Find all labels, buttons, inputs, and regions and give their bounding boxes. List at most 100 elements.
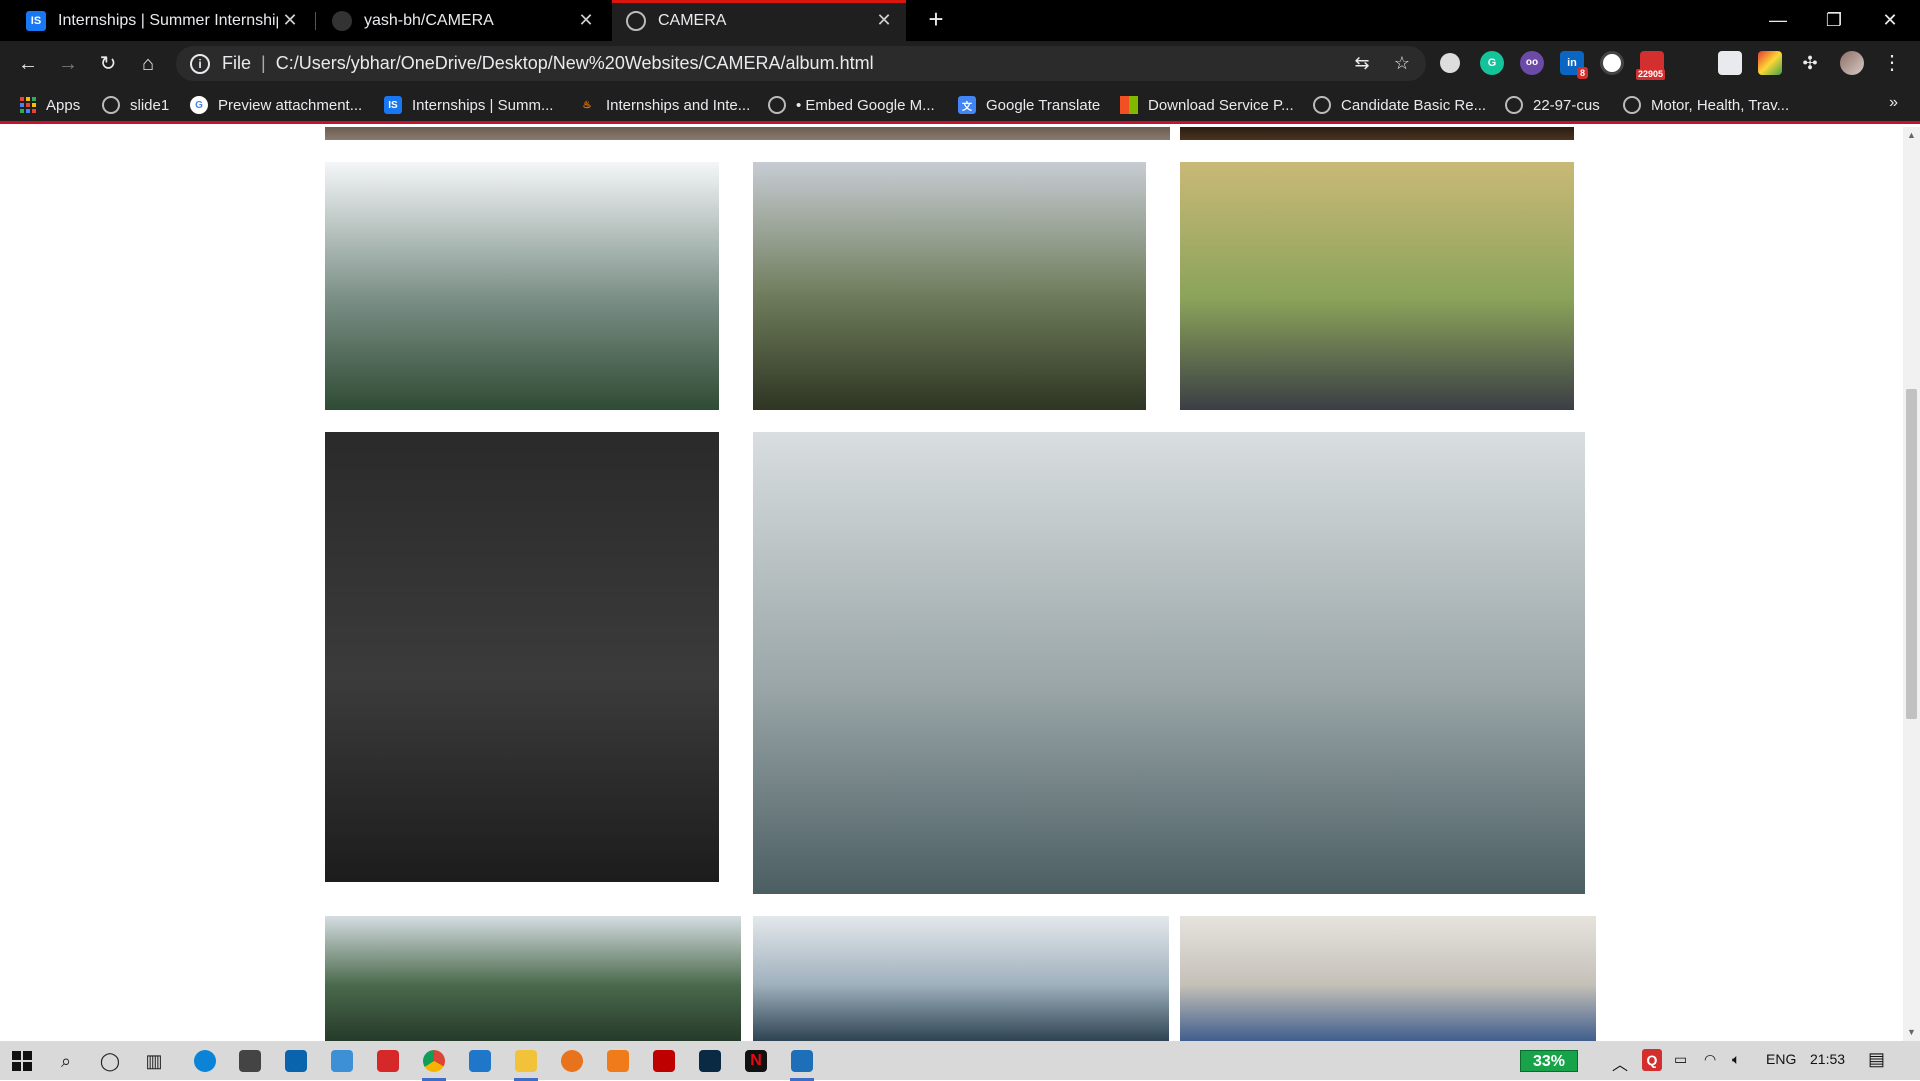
scrollbar-thumb[interactable] [1906,389,1917,719]
instagram-ext-icon[interactable] [1718,51,1742,75]
color-ext-icon[interactable] [1758,51,1782,75]
globe-icon [102,96,120,114]
microsoft-icon [1120,96,1138,114]
q-tray-icon[interactable]: Q [1642,1049,1662,1071]
translate-icon[interactable]: ⇆ [1350,51,1374,75]
timer-ext-icon[interactable] [1600,51,1624,75]
battery-indicator[interactable]: 33% [1520,1050,1578,1072]
translate-icon: 文 [958,96,976,114]
download-app-icon[interactable] [374,1047,402,1075]
globe-icon [626,10,646,31]
search-icon[interactable]: ⌕ [52,1047,80,1075]
back-button[interactable]: ← [12,48,44,80]
bookmark-download-service[interactable]: Download Service P... [1120,93,1294,117]
photo-redhead-mountains[interactable] [325,162,719,410]
reload-button[interactable]: ↻ [92,48,124,80]
site-info-icon[interactable]: i [190,53,210,74]
photo-jeans-tripod[interactable] [1180,916,1596,1041]
bookmark-internships-and-inte[interactable]: ♨ Internships and Inte... [578,93,751,117]
restore-button[interactable]: ❐ [1806,0,1862,41]
tab-close-icon[interactable]: ✕ [872,10,896,31]
file-icon[interactable] [328,1047,356,1075]
mail-icon[interactable] [282,1047,310,1075]
page-scrollbar[interactable]: ▲ ▼ [1903,127,1920,1041]
globe-icon [1505,96,1523,114]
tab-camera[interactable]: CAMERA ✕ [612,0,906,41]
windows-start-icon[interactable] [8,1047,36,1075]
scroll-up-arrow-icon[interactable]: ▲ [1903,127,1920,144]
photo-top-right-partial[interactable] [1180,127,1574,140]
linkedin-ext-icon[interactable]: in 8 [1560,51,1588,79]
browser-toolbar: ← → ↻ ⌂ i File | C:/Users/ybhar/OneDrive… [0,41,1920,86]
scroll-down-arrow-icon[interactable]: ▼ [1903,1024,1920,1041]
address-bar[interactable]: i File | C:/Users/ybhar/OneDrive/Desktop… [176,46,1426,81]
photo-hooded-man[interactable] [753,916,1169,1041]
file-explorer-icon[interactable] [512,1047,540,1081]
chrome-icon[interactable] [420,1047,448,1081]
google-icon: G [190,96,208,114]
photo-hijab-photographer[interactable] [1180,162,1574,410]
close-window-button[interactable]: ✕ [1862,0,1918,41]
bookmark-motor-health[interactable]: Motor, Health, Trav... [1623,93,1789,117]
photo-cafe-women-cameras[interactable] [753,432,1585,894]
photo-top-left-partial[interactable] [325,127,1170,140]
internshala-icon: IS [26,10,46,31]
bookmark-star-icon[interactable]: ☆ [1390,51,1414,75]
new-tab-button[interactable]: + [920,4,952,36]
photo-man-brick-wall[interactable] [325,432,719,882]
photo-mountain-climber[interactable] [325,916,741,1041]
forward-button[interactable]: → [52,48,84,80]
tab-title: CAMERA [658,11,727,29]
cortana-icon[interactable]: ◯ [96,1047,124,1075]
globe-icon [1623,96,1641,114]
tab-internships[interactable]: IS Internships | Summer Internship ✕ [12,0,312,41]
tab-title: yash-bh/CAMERA [364,11,494,29]
photo-couple-cameras[interactable] [753,162,1146,410]
clock[interactable]: 21:53 [1810,1051,1845,1067]
bookmark-candidate-basic[interactable]: Candidate Basic Re... [1313,93,1486,117]
menu-kebab-icon[interactable]: ⋮ [1880,51,1904,75]
eyes-ext-icon[interactable]: oo [1520,51,1544,75]
photos-icon[interactable] [788,1047,816,1081]
filezilla-icon[interactable] [650,1047,678,1075]
globe-icon [768,96,786,114]
wifi-icon[interactable]: ◠ [1704,1051,1716,1068]
bookmark-22-97-cus[interactable]: 22-97-cus [1505,93,1600,117]
firefox-icon[interactable] [558,1047,586,1075]
grammarly-icon[interactable]: G [1480,51,1504,75]
tab-close-icon[interactable]: ✕ [574,10,598,31]
home-button[interactable]: ⌂ [132,48,164,80]
bookmarks-overflow-button[interactable]: » [1889,94,1898,112]
photoshop-icon[interactable] [696,1047,724,1075]
tab-github[interactable]: yash-bh/CAMERA ✕ [318,0,608,41]
bookmark-embed-google[interactable]: • Embed Google M... [768,93,935,117]
netflix-icon[interactable]: N [742,1047,770,1075]
minimize-button[interactable]: — [1750,0,1806,41]
task-view-icon[interactable]: ▥ [140,1047,168,1075]
bookmark-google-translate[interactable]: 文 Google Translate [958,93,1100,117]
profile-avatar[interactable] [1840,51,1864,75]
notifications-icon[interactable]: ▤ [1868,1049,1885,1070]
tab-close-icon[interactable]: ✕ [278,10,302,31]
volume-icon[interactable]: 🔈︎ [1732,1051,1740,1068]
bookmark-preview-attachment[interactable]: G Preview attachment... [190,93,362,117]
edge-icon[interactable] [191,1047,219,1075]
battery-icon[interactable]: ▭ [1674,1051,1687,1068]
vscode-icon[interactable] [466,1047,494,1075]
store-icon[interactable] [236,1047,264,1075]
mail-ext-icon[interactable]: 22905 [1636,51,1666,80]
tab-title: Internships | Summer Internship [58,11,278,29]
sublime-icon[interactable] [604,1047,632,1075]
tab-strip: IS Internships | Summer Internship ✕ yas… [0,0,1920,41]
bookmark-slide1[interactable]: slide1 [102,93,169,117]
language-indicator[interactable]: ENG [1766,1051,1796,1067]
bookmark-internships[interactable]: IS Internships | Summ... [384,93,553,117]
address-url[interactable]: C:/Users/ybhar/OneDrive/Desktop/New%20We… [276,53,874,74]
apps-grid-icon [20,97,36,113]
puzzle-icon[interactable]: ✣ [1798,51,1822,75]
circle-ext-icon[interactable] [1440,53,1460,73]
github-icon [332,10,352,31]
bookmark-apps[interactable]: Apps [20,93,80,117]
internshala-icon: IS [384,96,402,114]
tray-overflow-icon[interactable]: ︿ [1612,1051,1628,1075]
